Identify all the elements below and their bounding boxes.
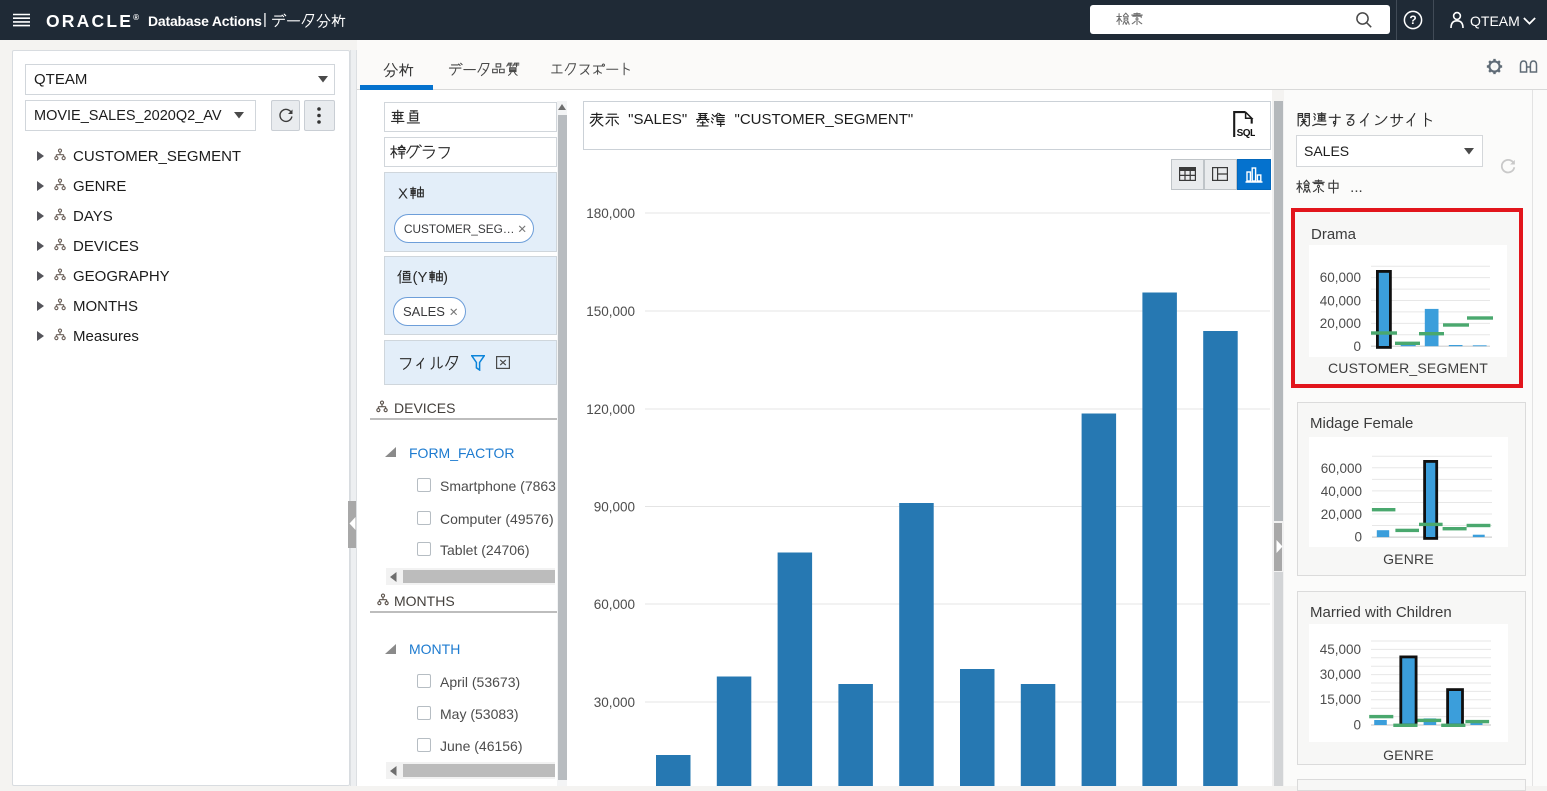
svg-text:20,000: 20,000 xyxy=(1320,316,1361,331)
svg-text:0: 0 xyxy=(1353,717,1361,732)
svg-text:15,000: 15,000 xyxy=(1320,692,1361,707)
svg-text:120,000: 120,000 xyxy=(586,402,635,417)
svg-text:45,000: 45,000 xyxy=(1320,642,1361,657)
svg-text:180,000: 180,000 xyxy=(586,206,635,221)
svg-text:60,000: 60,000 xyxy=(1321,461,1362,476)
svg-text:?: ? xyxy=(1409,13,1416,27)
svg-text:40,000: 40,000 xyxy=(1321,484,1362,499)
svg-text:0: 0 xyxy=(1353,339,1361,354)
svg-text:60,000: 60,000 xyxy=(1320,270,1361,285)
svg-text:30,000: 30,000 xyxy=(594,695,635,710)
svg-text:150,000: 150,000 xyxy=(586,304,635,319)
svg-text:60,000: 60,000 xyxy=(594,597,635,612)
svg-text:0: 0 xyxy=(1354,530,1362,545)
svg-text:20,000: 20,000 xyxy=(1321,507,1362,522)
svg-text:SQL: SQL xyxy=(1237,128,1255,138)
svg-text:90,000: 90,000 xyxy=(594,500,635,515)
svg-text:40,000: 40,000 xyxy=(1320,293,1361,308)
svg-text:30,000: 30,000 xyxy=(1320,667,1361,682)
